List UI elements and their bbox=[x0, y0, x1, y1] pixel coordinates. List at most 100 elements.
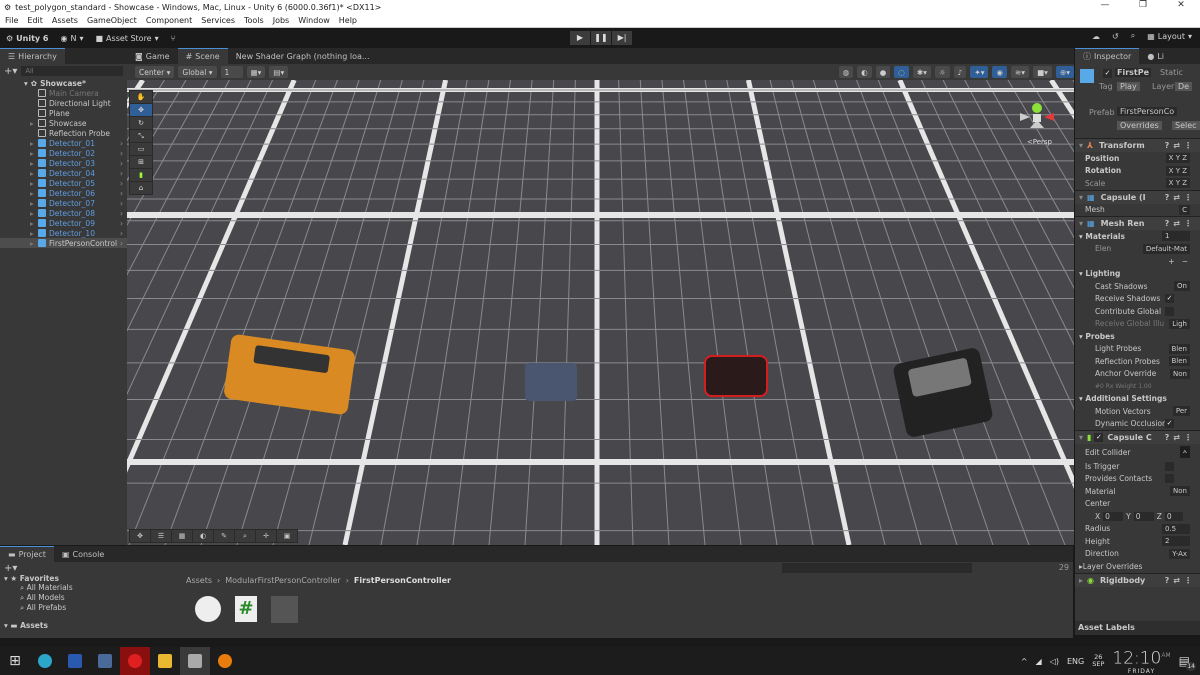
close-button[interactable]: ✕ bbox=[1162, 0, 1200, 10]
hierarchy-item[interactable]: ▸ Detector_02 › bbox=[0, 148, 127, 158]
search-icon[interactable]: ⌕ bbox=[1131, 31, 1135, 41]
breadcrumb-item[interactable]: FirstPersonController bbox=[354, 576, 451, 585]
camera-dropdown[interactable]: ■▾ bbox=[1033, 66, 1052, 78]
pause-button[interactable]: ❚❚ bbox=[591, 31, 611, 45]
custom-tool[interactable]: ⌂ bbox=[130, 182, 152, 194]
wireframe-button[interactable]: ◍ bbox=[838, 66, 854, 78]
capsule-mesh-header[interactable]: ▾ ▦ Capsule (I ?⇄⋮ bbox=[1075, 189, 1200, 204]
gizmos-dropdown[interactable]: ⊕▾ bbox=[1055, 66, 1074, 78]
move-tool[interactable]: ✥ bbox=[130, 104, 152, 116]
layout-dropdown[interactable]: ▦ Layout ▾ bbox=[1147, 32, 1192, 41]
open-prefab-arrow[interactable]: › bbox=[120, 199, 123, 208]
collider-tool[interactable]: ▮ bbox=[130, 169, 152, 181]
version-control-button[interactable]: ⑂ bbox=[171, 34, 176, 43]
account-dropdown[interactable]: ◉ N ▾ bbox=[61, 34, 84, 43]
hierarchy-item[interactable]: ▸ Detector_03 › bbox=[0, 158, 127, 168]
taskbar-powershell[interactable] bbox=[60, 647, 90, 675]
hierarchy-item[interactable]: ▸ Showcase bbox=[0, 118, 127, 128]
taskbar-unity[interactable] bbox=[180, 647, 210, 675]
grid-snap-button[interactable]: ▦▾ bbox=[246, 66, 266, 78]
asset-store-dropdown[interactable]: ■ Asset Store ▾ bbox=[95, 34, 158, 43]
hierarchy-item[interactable]: ▸ Detector_06 › bbox=[0, 188, 127, 198]
overlay-tool-6[interactable]: ⌕ bbox=[235, 530, 255, 542]
rigidbody-header[interactable]: ▸ ◉ Rigidbody ?⇄⋮ bbox=[1075, 572, 1200, 587]
lighting-toggle[interactable]: ☼ bbox=[934, 66, 950, 78]
height-field[interactable]: 2 bbox=[1162, 536, 1190, 547]
prefab-field[interactable]: FirstPersonCo bbox=[1117, 107, 1178, 116]
debug-draw-button[interactable]: ✱▾ bbox=[912, 66, 931, 78]
fav-all-prefabs[interactable]: ⌕ All Prefabs bbox=[4, 603, 180, 613]
rotation-fields[interactable]: X Y Z bbox=[1165, 165, 1190, 176]
fav-all-models[interactable]: ⌕ All Models bbox=[4, 593, 180, 603]
scale-tool[interactable]: ⤡ bbox=[130, 130, 152, 142]
scale-fields[interactable]: X Y Z bbox=[1165, 178, 1190, 189]
menu-edit[interactable]: Edit bbox=[27, 16, 43, 25]
mesh-renderer-header[interactable]: ▾ ▦ Mesh Ren ?⇄⋮ bbox=[1075, 216, 1200, 230]
tab-console[interactable]: ▣ Console bbox=[54, 546, 112, 562]
menu-services[interactable]: Services bbox=[201, 16, 235, 25]
overlay-tool-7[interactable]: ✛ bbox=[256, 530, 276, 542]
fav-all-materials[interactable]: ⌕ All Materials bbox=[4, 583, 180, 593]
tab-scene[interactable]: # Scene bbox=[177, 48, 228, 64]
rotate-tool[interactable]: ↻ bbox=[130, 117, 152, 129]
menu-help[interactable]: Help bbox=[339, 16, 357, 25]
gizmo-y-axis[interactable] bbox=[1032, 103, 1042, 113]
unity-account-button[interactable]: ⚙ Unity 6 bbox=[6, 34, 49, 43]
hierarchy-item[interactable]: Main Camera bbox=[0, 88, 127, 98]
cast-shadows-dropdown[interactable]: On bbox=[1174, 281, 1190, 292]
breadcrumb-item[interactable]: ModularFirstPersonController bbox=[225, 576, 340, 585]
hierarchy-item[interactable]: ▸ Detector_07 › bbox=[0, 198, 127, 208]
layer-overrides-foldout[interactable]: ▸ Layer Overrides bbox=[1075, 560, 1200, 573]
render-mode-button[interactable]: ◌ bbox=[894, 66, 909, 78]
language-indicator[interactable]: ENG bbox=[1067, 657, 1084, 666]
is-trigger-checkbox[interactable] bbox=[1165, 461, 1174, 471]
open-prefab-arrow[interactable]: › bbox=[120, 189, 123, 198]
layer-dropdown[interactable]: De bbox=[1175, 82, 1193, 91]
hierarchy-item[interactable]: ▸ Detector_01 › bbox=[0, 138, 127, 148]
hierarchy-item[interactable]: ▸ Detector_10 › bbox=[0, 228, 127, 238]
overlay-tool-4[interactable]: ◐ bbox=[193, 530, 213, 542]
taskbar-app-1[interactable] bbox=[30, 647, 60, 675]
hierarchy-item[interactable]: ▸ Detector_09 › bbox=[0, 218, 127, 228]
gizmo-x-axis[interactable] bbox=[1044, 113, 1054, 121]
overlay-tool-3[interactable]: ▦ bbox=[172, 530, 192, 542]
hierarchy-item[interactable]: Plane bbox=[0, 108, 127, 118]
taskbar-opera[interactable] bbox=[120, 647, 150, 675]
menu-tools[interactable]: Tools bbox=[244, 16, 264, 25]
scene-root[interactable]: ▾ ✿ Showcase* bbox=[0, 78, 127, 88]
space-dropdown[interactable]: Global ▾ bbox=[178, 66, 217, 78]
open-prefab-arrow[interactable]: › bbox=[120, 219, 123, 228]
shaded-button[interactable]: ● bbox=[875, 66, 891, 78]
start-button[interactable]: ⊞ bbox=[0, 647, 30, 675]
play-button[interactable]: ▶ bbox=[570, 31, 590, 45]
center-z-field[interactable]: 0 bbox=[1164, 511, 1183, 521]
visibility-toggle[interactable]: ◉ bbox=[992, 66, 1008, 78]
reflection-probes-dropdown[interactable]: Blen bbox=[1168, 356, 1190, 367]
menu-jobs[interactable]: Jobs bbox=[273, 16, 290, 25]
overlay-tool-8[interactable]: ▣ bbox=[277, 530, 297, 542]
favorites-folder[interactable]: ▾ ★ Favorites bbox=[4, 574, 180, 583]
rect-tool[interactable]: ▭ bbox=[130, 143, 152, 155]
receive-gi-dropdown[interactable]: Ligh bbox=[1169, 318, 1190, 329]
static-checkbox[interactable]: Static bbox=[1160, 68, 1183, 77]
tab-hierarchy[interactable]: ☰ Hierarchy bbox=[0, 48, 65, 64]
open-prefab-arrow[interactable]: › bbox=[120, 229, 123, 238]
hand-tool[interactable]: ✋ bbox=[130, 91, 152, 103]
direction-dropdown[interactable]: Y-Ax bbox=[1169, 548, 1190, 559]
hierarchy-search-input[interactable] bbox=[21, 66, 123, 76]
wifi-icon[interactable]: ◢ bbox=[1036, 657, 1042, 666]
project-search-input[interactable] bbox=[782, 563, 972, 573]
prefab-asset[interactable] bbox=[271, 596, 298, 623]
menu-window[interactable]: Window bbox=[298, 16, 330, 25]
tab-lighting[interactable]: ● Li bbox=[1139, 48, 1172, 64]
effects-dropdown[interactable]: ✦▾ bbox=[970, 66, 989, 78]
edit-collider-button[interactable]: ⟑ bbox=[1179, 446, 1190, 458]
object-name-field[interactable]: FirstPe bbox=[1115, 68, 1152, 77]
taskbar-calculator[interactable] bbox=[90, 647, 120, 675]
transform-header[interactable]: ▾ ⅄ Transform ?⇄⋮ bbox=[1075, 138, 1200, 152]
assets-folder[interactable]: ▾ ▬ Assets bbox=[4, 621, 180, 630]
collider-material-field[interactable]: Non bbox=[1170, 486, 1190, 497]
anchor-override-field[interactable]: Non bbox=[1170, 368, 1190, 379]
radius-field[interactable]: 0.5 bbox=[1162, 523, 1190, 534]
provides-contacts-checkbox[interactable] bbox=[1165, 474, 1174, 484]
